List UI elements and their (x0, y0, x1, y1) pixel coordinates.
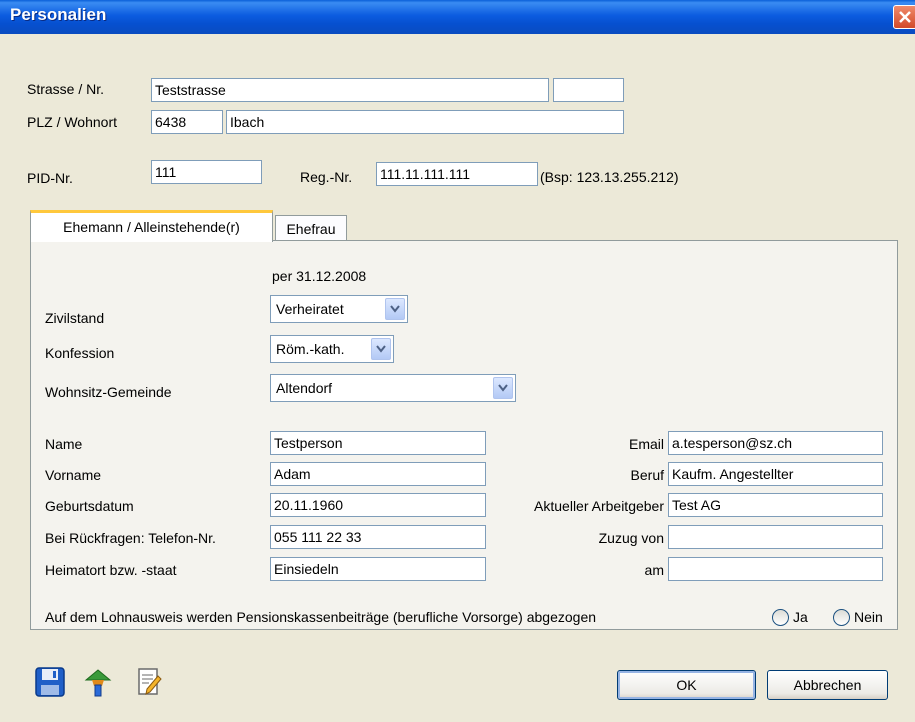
house-number-input[interactable] (553, 78, 624, 102)
konfession-dropdown-button[interactable] (371, 338, 391, 360)
date-reference: per 31.12.2008 (272, 268, 367, 284)
pid-input[interactable]: 111 (151, 160, 262, 184)
konfession-value: Röm.-kath. (276, 341, 345, 357)
konfession-select[interactable]: Röm.-kath. (270, 335, 394, 363)
arbeitgeber-label: Aktueller Arbeitgeber (534, 498, 664, 514)
zivilstand-dropdown-button[interactable] (385, 298, 405, 320)
city-input[interactable]: Ibach (226, 110, 624, 134)
beruf-label: Beruf (630, 467, 664, 483)
beruf-input[interactable]: Kaufm. Angestellter (668, 462, 883, 486)
vorname-input[interactable]: Adam (270, 462, 486, 486)
reg-input[interactable]: 111.11.111.111 (376, 162, 538, 186)
zivilstand-label: Zivilstand (45, 310, 105, 326)
geburtsdatum-label: Geburtsdatum (45, 498, 134, 514)
pension-question: Auf dem Lohnausweis werden Pensionskasse… (45, 609, 597, 625)
am-label: am (644, 562, 664, 578)
zivilstand-value: Verheiratet (276, 301, 344, 317)
zuzug-label: Zuzug von (598, 530, 664, 546)
tab-ehemann[interactable]: Ehemann / Alleinstehende(r) (30, 210, 273, 242)
pid-label: PID-Nr. (27, 170, 73, 186)
reg-hint: (Bsp: 123.13.255.212) (540, 169, 679, 185)
email-input[interactable]: a.tesperson@sz.ch (668, 431, 883, 455)
heimatort-input[interactable]: Einsiedeln (270, 557, 486, 581)
chevron-down-icon (376, 345, 386, 353)
radio-nein-label: Nein (854, 609, 883, 625)
street-label: Strasse / Nr. (27, 81, 105, 97)
street-input[interactable]: Teststrasse (151, 78, 549, 102)
email-label: Email (628, 436, 664, 452)
radio-ja[interactable] (772, 609, 789, 626)
vorname-label: Vorname (45, 467, 102, 483)
chevron-down-icon (390, 305, 400, 313)
konfession-label: Konfession (45, 345, 115, 361)
close-icon (899, 11, 911, 23)
geburtsdatum-input[interactable]: 20.11.1960 (270, 493, 486, 517)
name-label: Name (45, 436, 83, 452)
gemeinde-dropdown-button[interactable] (493, 377, 513, 399)
name-input[interactable]: Testperson (270, 431, 486, 455)
plz-city-label: PLZ / Wohnort (27, 114, 118, 130)
arbeitgeber-input[interactable]: Test AG (668, 493, 883, 517)
telefon-label: Bei Rückfragen: Telefon-Nr. (45, 530, 216, 546)
tab-ehefrau[interactable]: Ehefrau (275, 215, 347, 241)
am-input[interactable] (668, 557, 883, 581)
window-title: Personalien (10, 5, 107, 24)
zivilstand-select[interactable]: Verheiratet (270, 295, 408, 323)
zuzug-input[interactable] (668, 525, 883, 549)
heimatort-label: Heimatort bzw. -staat (45, 562, 177, 578)
cancel-button[interactable]: Abbrechen (767, 670, 888, 700)
dialog-window: Personalien Strasse / Nr. Teststrasse PL… (0, 0, 915, 722)
import-icon[interactable] (82, 666, 114, 698)
save-icon[interactable] (34, 666, 66, 698)
telefon-input[interactable]: 055 111 22 33 (270, 525, 486, 549)
title-bar[interactable]: Personalien (0, 0, 915, 34)
gemeinde-select[interactable]: Altendorf (270, 374, 516, 402)
gemeinde-value: Altendorf (276, 380, 333, 396)
ok-button[interactable]: OK (617, 670, 756, 700)
chevron-down-icon (498, 384, 508, 392)
close-button[interactable] (893, 5, 915, 29)
edit-document-icon[interactable] (132, 666, 164, 698)
radio-nein[interactable] (833, 609, 850, 626)
reg-label: Reg.-Nr. (300, 169, 353, 185)
plz-input[interactable]: 6438 (151, 110, 223, 134)
radio-ja-label: Ja (793, 609, 808, 625)
gemeinde-label: Wohnsitz-Gemeinde (45, 384, 172, 400)
